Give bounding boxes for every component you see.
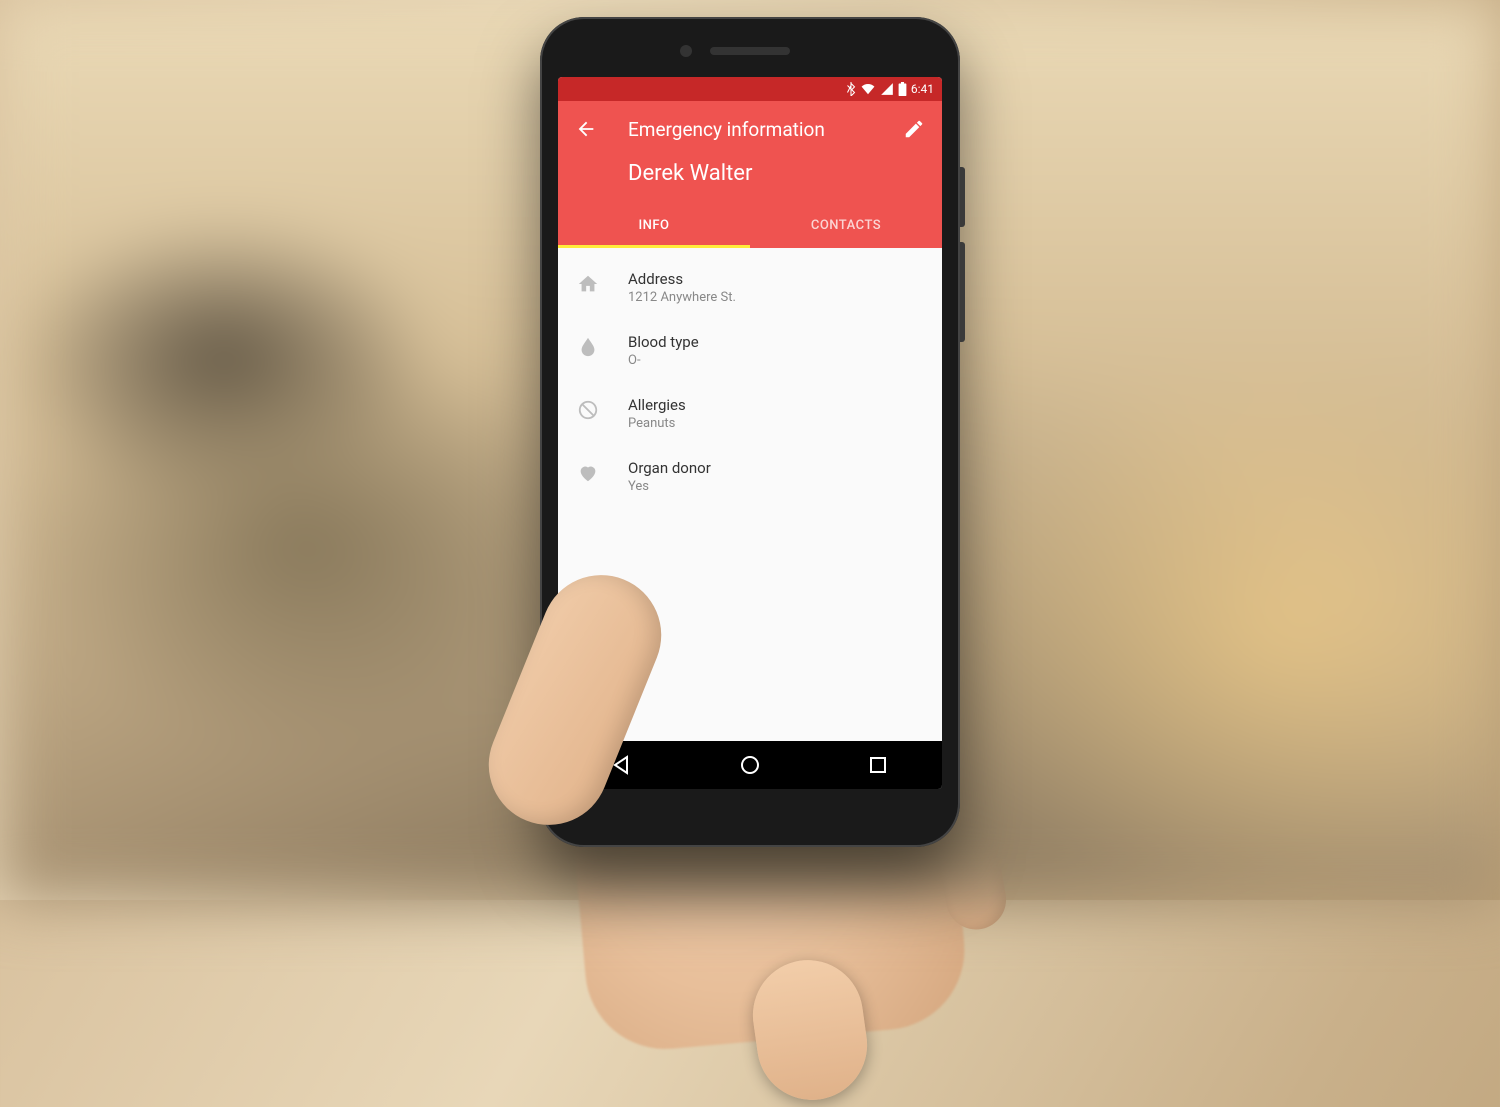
- person-name: Derek Walter: [574, 157, 926, 204]
- power-button: [960, 167, 965, 227]
- phone-camera: [680, 45, 692, 57]
- nav-home-button[interactable]: [737, 752, 763, 778]
- phone-screen: 6:41 Emergency information Derek Walter …: [558, 77, 942, 789]
- circle-home-icon: [738, 753, 762, 777]
- pencil-icon: [903, 118, 925, 140]
- info-list[interactable]: Address 1212 Anywhere St. Blood type O-: [558, 248, 942, 741]
- list-item-blood-type[interactable]: Blood type O-: [558, 319, 942, 382]
- address-value: 1212 Anywhere St.: [628, 290, 736, 305]
- edit-button[interactable]: [902, 117, 926, 141]
- arrow-back-icon: [575, 118, 597, 140]
- list-item-allergies[interactable]: Allergies Peanuts: [558, 382, 942, 445]
- bluetooth-icon: [846, 82, 856, 96]
- tab-info[interactable]: INFO: [558, 204, 750, 248]
- address-label: Address: [628, 270, 736, 288]
- allergies-label: Allergies: [628, 396, 686, 414]
- system-nav-bar: [558, 741, 942, 789]
- square-recent-icon: [866, 753, 890, 777]
- battery-icon: [898, 82, 907, 96]
- allergies-value: Peanuts: [628, 416, 686, 431]
- volume-button: [960, 242, 965, 342]
- back-button[interactable]: [574, 117, 598, 141]
- nav-recent-button[interactable]: [865, 752, 891, 778]
- tabs: INFO CONTACTS: [558, 204, 942, 248]
- phone-device: 6:41 Emergency information Derek Walter …: [540, 17, 960, 847]
- organ-donor-value: Yes: [628, 479, 711, 494]
- phone-speaker: [710, 47, 790, 55]
- organ-donor-label: Organ donor: [628, 459, 711, 477]
- tab-contacts[interactable]: CONTACTS: [750, 204, 942, 248]
- drop-icon: [576, 335, 600, 359]
- list-item-address[interactable]: Address 1212 Anywhere St.: [558, 256, 942, 319]
- nav-back-button[interactable]: [609, 752, 635, 778]
- list-item-organ-donor[interactable]: Organ donor Yes: [558, 445, 942, 508]
- blood-type-label: Blood type: [628, 333, 699, 351]
- triangle-back-icon: [610, 753, 634, 777]
- status-time: 6:41: [911, 82, 934, 96]
- block-icon: [576, 398, 600, 422]
- blood-type-value: O-: [628, 353, 699, 368]
- heart-icon: [576, 461, 600, 485]
- app-bar: Emergency information Derek Walter: [558, 101, 942, 204]
- wifi-icon: [860, 82, 876, 96]
- signal-icon: [880, 82, 894, 96]
- page-title: Emergency information: [628, 118, 872, 141]
- status-bar: 6:41: [558, 77, 942, 101]
- home-icon: [576, 272, 600, 296]
